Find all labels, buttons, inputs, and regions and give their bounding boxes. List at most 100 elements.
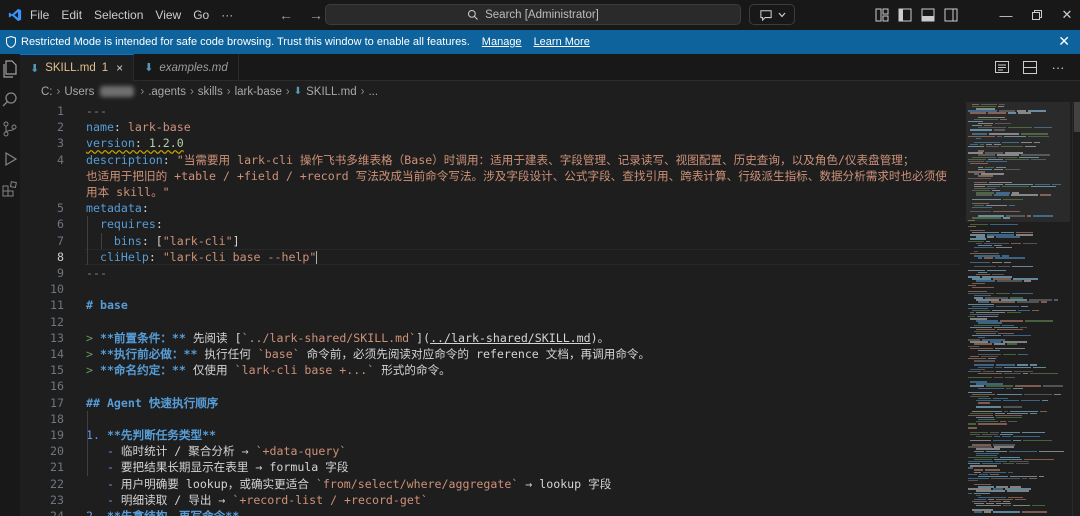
code-line[interactable]: 20 - 临时统计 / 聚合分析 → `+data-query` [20, 443, 960, 459]
restore-icon[interactable] [1022, 0, 1052, 30]
back-arrow-icon[interactable]: ← [276, 5, 296, 25]
minimap-line [970, 112, 986, 114]
code-line[interactable]: 19 1. **先判断任务类型** [20, 427, 960, 443]
minimap-line [1000, 146, 1024, 148]
breadcrumb-symbols[interactable]: ... [368, 86, 378, 98]
breadcrumb-agents[interactable]: .agents [148, 86, 186, 98]
code-line[interactable]: 13 > **前置条件：** 先阅读 [`../lark-shared/SKILL… [20, 330, 960, 346]
toggle-secondary-sidebar-icon[interactable] [942, 6, 959, 23]
code-line[interactable]: 17 ## Agent 快速执行顺序 [20, 395, 960, 411]
run-debug-icon[interactable] [0, 144, 20, 174]
code-line[interactable]: 14 > **执行前必做：** 执行任何 `base` 命令前，必须先阅读对应命令… [20, 346, 960, 362]
code-line[interactable]: 8 cliHelp: "lark-cli base --help" [20, 249, 960, 265]
menu-edit[interactable]: Edit [55, 4, 88, 26]
line-number: 1 [57, 104, 64, 118]
code-line[interactable]: 21 - 要把结果长期显示在表里 → formula 字段 [20, 459, 960, 475]
code-line[interactable]: 10 [20, 281, 960, 297]
markdown-file-icon: ⬇ [30, 62, 40, 75]
code-token: - [106, 444, 121, 459]
extensions-icon[interactable] [0, 174, 20, 204]
search-activity-icon[interactable] [0, 84, 20, 114]
line-number: 17 [50, 395, 64, 410]
minimap-line [1029, 372, 1058, 375]
minimap[interactable] [966, 102, 1070, 516]
minimap-line [978, 387, 1005, 389]
code-line[interactable]: 3 version: 1.2.0 [20, 135, 960, 151]
minimap-line [991, 261, 1003, 263]
explorer-icon[interactable] [0, 54, 20, 84]
minimap-line [1022, 511, 1047, 513]
line-number: 22 [50, 476, 64, 491]
toggle-primary-sidebar-icon[interactable] [896, 6, 913, 23]
code-token: > [86, 347, 100, 361]
code-token: > [86, 363, 100, 378]
tab-skill-md[interactable]: ⬇ SKILL.md 1 × [20, 54, 135, 81]
minimap-line [977, 423, 1008, 425]
line-content: description: "当需要用 lark-cli 操作飞书多维表格（Bas… [86, 152, 915, 168]
minimap-line [987, 269, 1007, 272]
code-line[interactable]: 用本 skill。" [20, 184, 960, 200]
code-line[interactable]: 23 - 明细读取 / 导出 → `+record-list / +record… [20, 492, 960, 508]
line-content: > **执行前必做：** 执行任何 `base` 命令前，必须先阅读对应命令的 … [86, 346, 650, 362]
breadcrumb-file[interactable]: SKILL.md [306, 86, 357, 98]
code-line[interactable]: 9 --- [20, 265, 960, 281]
code-line[interactable]: 15 > **命名约定：** 仅使用 `lark-cli base +...` 形… [20, 362, 960, 378]
toggle-panel-icon[interactable] [919, 6, 936, 23]
menu-bar: File Edit Selection View Go ··· [30, 0, 239, 30]
copilot-button[interactable] [749, 4, 795, 25]
code-line[interactable]: 11 # base [20, 297, 960, 313]
code-line[interactable]: 5 metadata: [20, 200, 960, 216]
menu-file[interactable]: File [30, 4, 55, 26]
menu-more-icon[interactable]: ··· [215, 4, 239, 26]
code-line[interactable]: 也适用于把旧的 +table / +field / +record 写法改成当前… [20, 168, 960, 184]
code-token: ../lark-shared/SKILL.md [430, 330, 591, 345]
code-token: "lark-cli base --help" [162, 249, 317, 264]
tab-examples-md[interactable]: ⬇ examples.md [134, 54, 239, 81]
menu-go[interactable]: Go [187, 4, 215, 26]
code-line[interactable]: 24 2. **先拿结构，再写命令** [20, 508, 960, 516]
minimap-line [1013, 435, 1040, 438]
command-center-search[interactable]: Search [Administrator] [325, 4, 741, 25]
split-editor-icon[interactable] [1022, 59, 1038, 75]
close-banner-icon[interactable]: ✕ [1058, 33, 1070, 50]
line-content: 1. **先判断任务类型** [86, 427, 216, 443]
code-line[interactable]: 2 name: lark-base [20, 119, 960, 135]
breadcrumb-skills[interactable]: skills [198, 86, 223, 98]
minimap-line [997, 135, 1002, 137]
minimap-line [1002, 400, 1019, 402]
vertical-scrollbar[interactable] [1072, 102, 1080, 516]
close-window-icon[interactable]: ✕ [1052, 0, 1080, 30]
code-editor[interactable]: 1 --- 2 name: lark-base 3 version: 1.2.0 4 desc… [20, 102, 960, 516]
minimap-line [992, 511, 1021, 513]
open-preview-icon[interactable] [994, 59, 1010, 75]
line-content: cliHelp: "lark-cli base --help" [86, 249, 318, 265]
more-actions-icon[interactable]: ··· [1050, 59, 1066, 75]
code-line[interactable]: 22 - 用户明确要 lookup，或确实更适合 `from/select/wh… [20, 476, 960, 492]
code-line[interactable]: 16 [20, 378, 960, 394]
menu-selection[interactable]: Selection [88, 4, 149, 26]
breadcrumb-users[interactable]: Users [64, 86, 94, 98]
close-tab-icon[interactable]: × [116, 61, 123, 75]
code-line[interactable]: 18 [20, 411, 960, 427]
source-control-icon[interactable] [0, 114, 20, 144]
scrollbar-thumb[interactable] [1074, 102, 1080, 132]
code-line[interactable]: 12 [20, 314, 960, 330]
code-line[interactable]: 4 description: "当需要用 lark-cli 操作飞书多维表格（Ba… [20, 152, 960, 168]
manage-link[interactable]: Manage [482, 36, 522, 48]
breadcrumb-drive[interactable]: C: [41, 86, 53, 98]
code-line[interactable]: 6 requires: [20, 216, 960, 232]
line-number: 12 [50, 314, 64, 329]
code-line[interactable]: 7 bins: ["lark-cli"] [20, 233, 960, 249]
forward-arrow-icon[interactable]: → [306, 5, 326, 25]
breadcrumb-lark-base[interactable]: lark-base [235, 86, 282, 98]
customize-layout-icon[interactable] [873, 6, 890, 23]
menu-view[interactable]: View [149, 4, 187, 26]
learn-more-link[interactable]: Learn More [534, 36, 590, 48]
line-number: 5 [57, 201, 64, 216]
code-token: : [134, 136, 149, 151]
minimize-icon[interactable]: — [990, 0, 1022, 30]
code-line[interactable]: 1 --- [20, 103, 960, 119]
minimap-line [1053, 299, 1058, 301]
